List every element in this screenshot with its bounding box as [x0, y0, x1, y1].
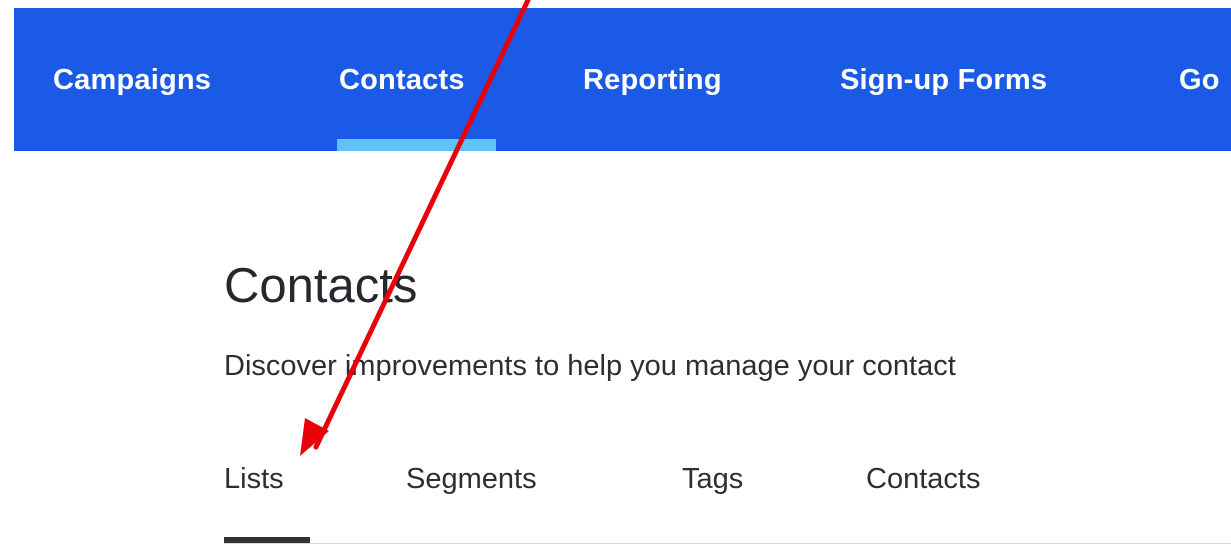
nav-item-go[interactable]: Go: [1179, 64, 1220, 97]
page-subtitle: Discover improvements to help you manage…: [224, 350, 956, 382]
tab-tags[interactable]: Tags: [682, 463, 743, 496]
top-navigation-bar: Campaigns Contacts Reporting Sign-up For…: [14, 8, 1231, 151]
tab-contacts[interactable]: Contacts: [866, 463, 980, 496]
tab-divider: [224, 543, 1231, 544]
nav-item-reporting[interactable]: Reporting: [583, 64, 722, 97]
nav-item-campaigns[interactable]: Campaigns: [53, 64, 211, 97]
tab-lists[interactable]: Lists: [224, 463, 284, 496]
tab-segments[interactable]: Segments: [406, 463, 537, 496]
nav-item-sign-up-forms[interactable]: Sign-up Forms: [840, 64, 1047, 97]
nav-active-indicator: [337, 139, 496, 151]
page-title: Contacts: [224, 259, 418, 313]
nav-item-contacts[interactable]: Contacts: [339, 64, 465, 97]
